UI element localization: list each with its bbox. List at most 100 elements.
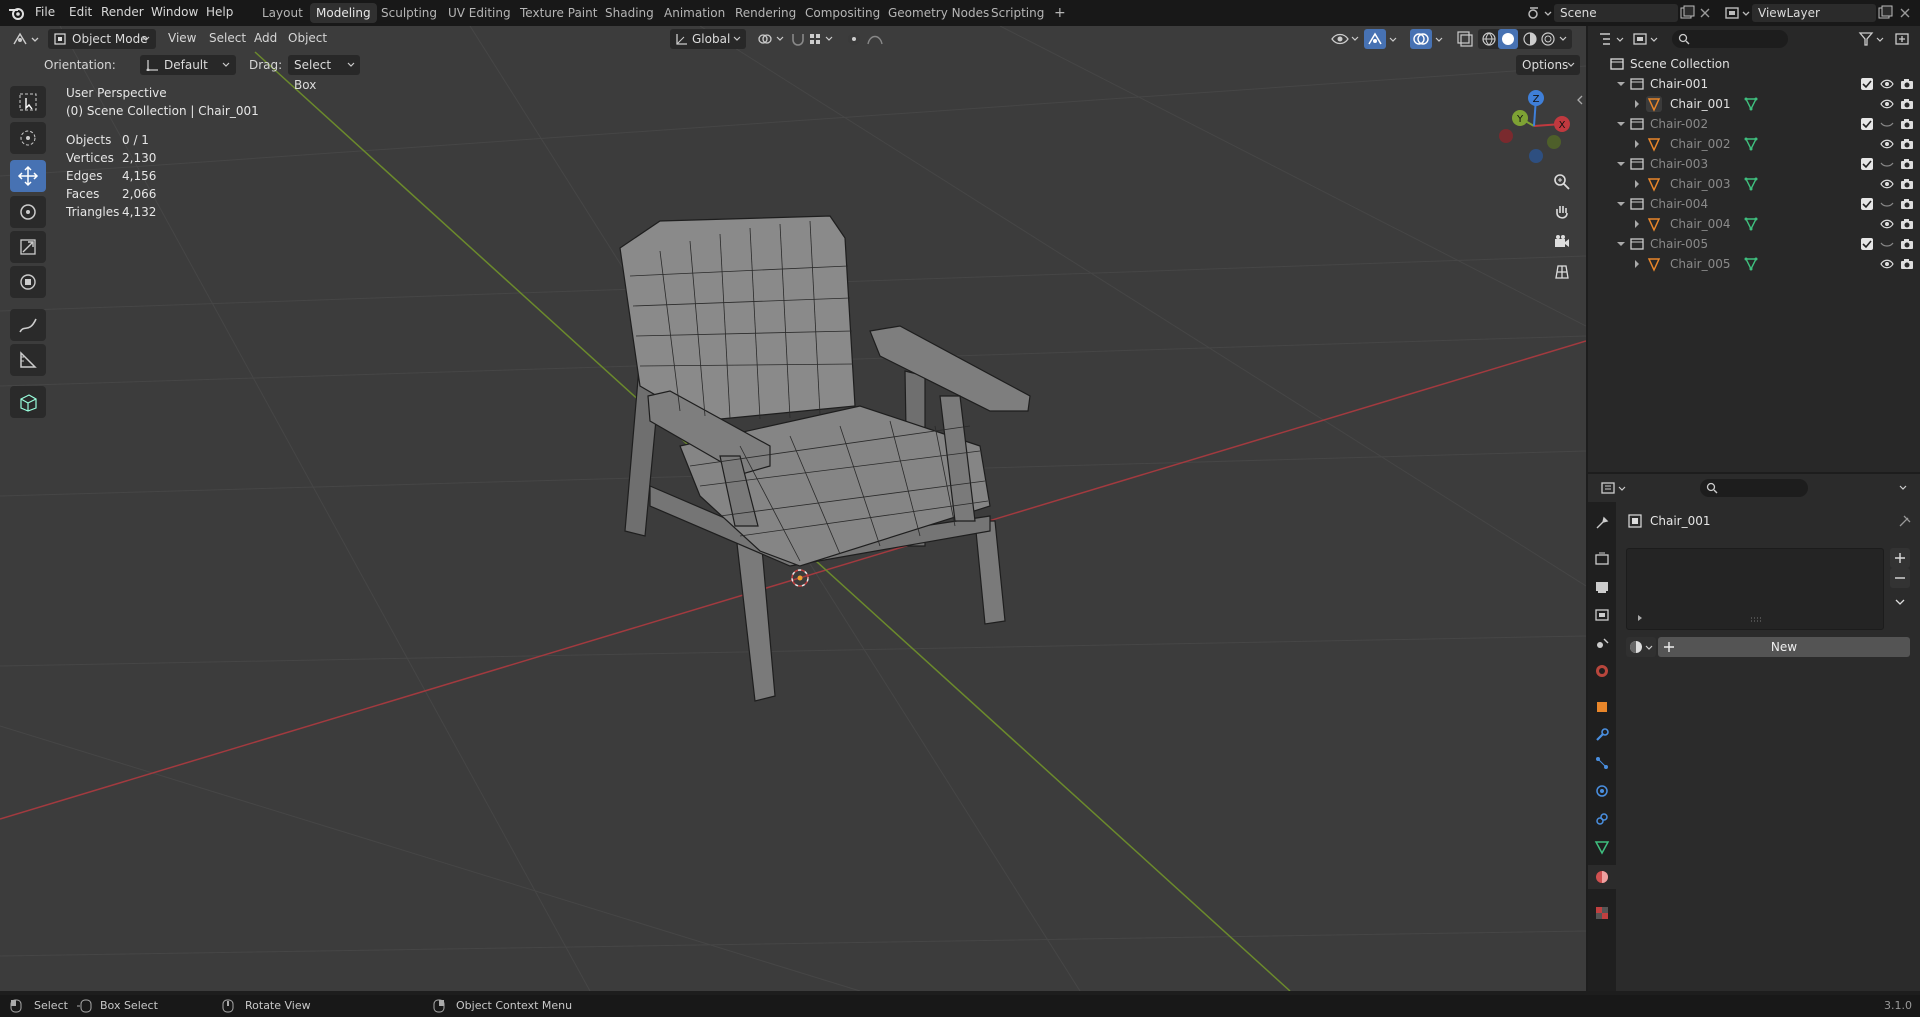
- tab-scene[interactable]: [1590, 632, 1614, 654]
- material-preview-icon[interactable]: [1522, 31, 1538, 47]
- browse-material-button[interactable]: [1626, 637, 1656, 657]
- menu-view[interactable]: View: [168, 31, 196, 45]
- zoom-view-button[interactable]: [1548, 168, 1576, 196]
- outliner-object-row[interactable]: Chair_004: [1588, 214, 1920, 234]
- render-camera-icon[interactable]: [1900, 237, 1914, 254]
- render-camera-icon[interactable]: [1900, 97, 1914, 114]
- tab-scripting[interactable]: Scripting: [985, 3, 1050, 23]
- chevron-down-icon[interactable]: [1616, 199, 1626, 209]
- tab-physics[interactable]: [1590, 780, 1614, 802]
- exclude-checkbox-icon[interactable]: [1860, 157, 1874, 171]
- render-camera-icon[interactable]: [1900, 197, 1914, 214]
- tab-texture[interactable]: [1590, 902, 1614, 924]
- new-collection-icon[interactable]: [1894, 31, 1912, 47]
- menu-edit[interactable]: Edit: [69, 5, 92, 19]
- 3d-cursor[interactable]: [791, 569, 809, 587]
- remove-material-slot-button[interactable]: [1890, 568, 1910, 588]
- close-viewlayer-icon[interactable]: [1898, 6, 1912, 20]
- overlays-toggle-button[interactable]: [1410, 29, 1432, 49]
- mesh-data-icon[interactable]: [1744, 177, 1758, 191]
- tab-data[interactable]: [1590, 836, 1614, 858]
- copy-viewlayer-icon[interactable]: [1876, 5, 1894, 21]
- tab-world[interactable]: [1590, 660, 1614, 682]
- close-scene-icon[interactable]: [1698, 6, 1712, 20]
- render-camera-icon[interactable]: [1900, 117, 1914, 134]
- outliner-search-input[interactable]: [1672, 30, 1788, 48]
- menu-add[interactable]: Add: [254, 31, 277, 45]
- filter-icon[interactable]: [1858, 31, 1888, 47]
- perspective-toggle-button[interactable]: [1548, 258, 1576, 286]
- tab-layout[interactable]: Layout: [256, 3, 309, 23]
- visibility-eye-icon[interactable]: [1880, 177, 1894, 194]
- chevron-down-icon[interactable]: [1558, 33, 1570, 45]
- properties-search-input[interactable]: [1700, 479, 1808, 497]
- chevron-right-icon[interactable]: [1632, 179, 1642, 189]
- chevron-down-icon[interactable]: [1894, 596, 1906, 608]
- exclude-checkbox-icon[interactable]: [1860, 237, 1874, 251]
- render-camera-icon[interactable]: [1900, 217, 1914, 234]
- visibility-selectable-icon[interactable]: [1330, 30, 1360, 48]
- scene-name-field[interactable]: Scene: [1554, 4, 1678, 22]
- tab-sculpting[interactable]: Sculpting: [375, 3, 443, 23]
- outliner-collection-row[interactable]: Chair-002: [1588, 114, 1920, 134]
- material-slot-list[interactable]: [1626, 548, 1884, 630]
- solid-shading-button[interactable]: [1498, 29, 1518, 49]
- properties-editor-type-icon[interactable]: [1600, 480, 1630, 496]
- tab-modeling[interactable]: Modeling: [310, 3, 377, 23]
- tab-texture-paint[interactable]: Texture Paint: [514, 3, 603, 23]
- navigation-gizmo[interactable]: Z X Y: [1496, 84, 1576, 164]
- outliner-object-row[interactable]: Chair_003: [1588, 174, 1920, 194]
- chevron-down-icon[interactable]: [1388, 31, 1400, 47]
- exclude-checkbox-icon[interactable]: [1860, 197, 1874, 211]
- add-material-slot-button[interactable]: [1890, 548, 1910, 568]
- visibility-eye-icon[interactable]: [1880, 137, 1894, 154]
- display-mode-icon[interactable]: [1632, 31, 1662, 47]
- tab-animation[interactable]: Animation: [658, 3, 731, 23]
- tab-geometry-nodes[interactable]: Geometry Nodes: [882, 3, 995, 23]
- tab-output[interactable]: [1590, 576, 1614, 598]
- pin-icon[interactable]: [1898, 514, 1912, 528]
- chair-mesh[interactable]: [619, 215, 1031, 702]
- transform-orientation-dropdown[interactable]: Global: [670, 29, 746, 49]
- visibility-eye-icon[interactable]: [1880, 217, 1894, 234]
- chevron-right-icon[interactable]: [1635, 613, 1645, 623]
- tab-compositing[interactable]: Compositing: [799, 3, 886, 23]
- resize-handle-icon[interactable]: [1749, 617, 1765, 623]
- outliner-collection-row[interactable]: Chair-001: [1588, 74, 1920, 94]
- mesh-data-icon[interactable]: [1744, 257, 1758, 271]
- visibility-eye-icon[interactable]: [1880, 197, 1894, 214]
- tab-rendering[interactable]: Rendering: [729, 3, 802, 23]
- chevron-down-icon[interactable]: [1898, 482, 1910, 494]
- 3d-viewport[interactable]: User Perspective (0) Scene Collection | …: [0, 26, 1586, 991]
- render-camera-icon[interactable]: [1900, 177, 1914, 194]
- outliner-collection-row[interactable]: Chair-003: [1588, 154, 1920, 174]
- render-camera-icon[interactable]: [1900, 157, 1914, 174]
- visibility-eye-icon[interactable]: [1880, 117, 1894, 134]
- blender-logo-icon[interactable]: [8, 5, 26, 21]
- chevron-down-icon[interactable]: [1616, 119, 1626, 129]
- visibility-eye-icon[interactable]: [1880, 157, 1894, 174]
- snap-icon[interactable]: [790, 31, 838, 47]
- rendered-shading-icon[interactable]: [1540, 31, 1556, 47]
- visibility-eye-icon[interactable]: [1880, 77, 1894, 94]
- exclude-checkbox-icon[interactable]: [1860, 77, 1874, 91]
- visibility-eye-icon[interactable]: [1880, 237, 1894, 254]
- rotate-tool[interactable]: [10, 196, 46, 228]
- tab-render[interactable]: [1590, 548, 1614, 570]
- pan-view-button[interactable]: [1548, 198, 1576, 226]
- outliner-scene-collection[interactable]: Scene Collection: [1588, 54, 1920, 74]
- editor-type-icon[interactable]: [12, 31, 42, 47]
- drag-dropdown[interactable]: Select Box: [288, 55, 360, 92]
- tab-shading[interactable]: Shading: [599, 3, 660, 23]
- chevron-right-icon[interactable]: [1632, 99, 1642, 109]
- chevron-right-icon[interactable]: [1632, 139, 1642, 149]
- viewlayer-name-field[interactable]: ViewLayer: [1752, 4, 1876, 22]
- tab-uv-editing[interactable]: UV Editing: [442, 3, 517, 23]
- new-material-button[interactable]: New: [1658, 637, 1910, 657]
- proportional-editing-icon[interactable]: [846, 31, 892, 47]
- move-tool[interactable]: [10, 160, 46, 192]
- visibility-eye-icon[interactable]: [1880, 97, 1894, 114]
- outliner-object-row[interactable]: Chair_002: [1588, 134, 1920, 154]
- options-dropdown[interactable]: Options: [1516, 55, 1580, 75]
- tab-tool[interactable]: [1590, 512, 1614, 534]
